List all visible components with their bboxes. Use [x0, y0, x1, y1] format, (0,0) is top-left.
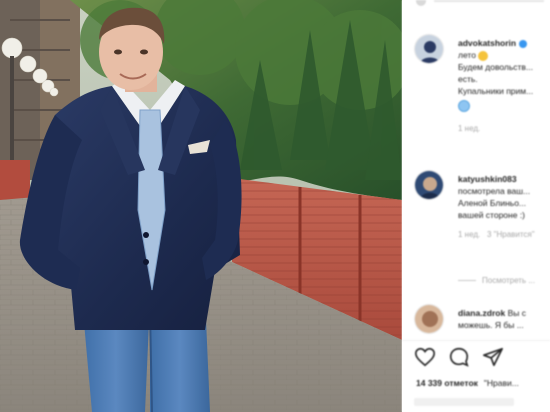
post-photo[interactable] [0, 0, 402, 412]
comment-text-block: katyushkin083 посмотрела ваш... Аленой Б… [458, 173, 550, 241]
comment-bubble-icon[interactable] [448, 346, 470, 368]
emoji-line [458, 100, 550, 115]
avatar-image [415, 35, 443, 63]
comment-time: 1 нед. [458, 124, 481, 133]
comment-time: 1 нед. [458, 230, 481, 239]
like-comment-link[interactable]: "Нравится" [494, 230, 535, 239]
previous-comment-fragment [402, 0, 550, 10]
comment-line: Будем довольств... [458, 62, 534, 72]
view-replies-link[interactable]: Посмотреть ... [458, 276, 535, 285]
likes-suffix: "Нрави... [483, 378, 519, 388]
avatar[interactable] [414, 304, 444, 334]
share-paper-plane-icon[interactable] [482, 346, 504, 368]
emoji-icon [478, 50, 489, 61]
comment-line-text: лето [458, 50, 476, 60]
verified-icon [519, 39, 528, 48]
comment-line: есть. [458, 74, 478, 84]
divider [402, 340, 550, 341]
photo-illustration [0, 0, 402, 412]
text-fragment [434, 0, 544, 2]
comment-username[interactable]: diana.zdrok [458, 308, 505, 318]
comment-line: посмотрела ваш... [458, 186, 531, 196]
reply-dash [458, 280, 476, 282]
avatar-image [415, 171, 443, 199]
comment-line: Купальники прим... [458, 86, 534, 96]
post-actions [402, 344, 550, 370]
comment-meta: 1 нед. 3 "Нравится" [458, 229, 550, 241]
emoji-icon [458, 100, 470, 112]
avatar[interactable] [414, 34, 444, 64]
comment-line: Аленой Блиньо... [458, 198, 527, 208]
bottom-fragment [414, 398, 514, 406]
likes-number: 14 339 отметок [416, 378, 478, 388]
reply-count: 3 [486, 230, 492, 239]
view-replies-label: Посмотреть ... [482, 276, 535, 285]
avatar[interactable] [414, 170, 444, 200]
comment-line: можешь. Я бы ... [458, 320, 524, 330]
comment-username[interactable]: katyushkin083 [458, 174, 517, 184]
heart-icon[interactable] [414, 346, 436, 368]
comment-line: лето [458, 49, 550, 61]
comment-text-block: advokatshorin лето Будем довольств... ес… [458, 37, 550, 135]
comment-text-block: diana.zdrok Вы с можешь. Я бы ... [458, 307, 550, 331]
comment-line: вашей стороне :) [458, 210, 526, 220]
likes-count[interactable]: 14 339 отметок "Нрави... [416, 378, 519, 388]
comment-line: Вы с [507, 308, 526, 318]
comment-username[interactable]: advokatshorin [458, 38, 516, 48]
avatar-image [415, 305, 443, 333]
comments-panel: advokatshorin лето Будем довольств... ес… [402, 0, 550, 412]
avatar-fragment [416, 0, 426, 6]
